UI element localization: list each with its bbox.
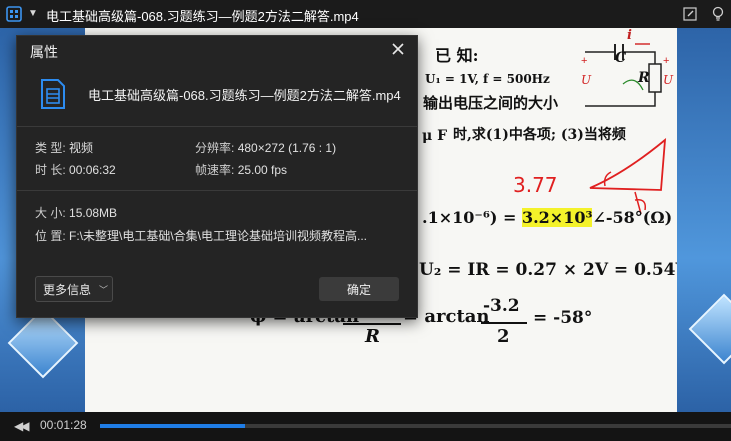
size-row: 大 小: 15.08MB xyxy=(35,204,117,221)
circuit-label-i: i xyxy=(627,28,632,43)
dialog-title: 属性 xyxy=(30,44,58,60)
player-logo-icon[interactable] xyxy=(6,6,22,22)
duration-value: 00:06:32 xyxy=(69,163,116,177)
progress-bar[interactable] xyxy=(100,424,731,428)
current-time: 00:01:28 xyxy=(40,418,87,432)
duration-row: 时 长: 00:06:32 xyxy=(35,161,116,178)
location-row: 位 置: F:\未整理\电工基础\合集\电工理论基础培训视频教程高... xyxy=(35,227,367,244)
voltage-equation: U₂ = IR = 0.27 × 2V = 0.54V xyxy=(419,260,689,280)
circuit-label-c: C xyxy=(615,50,627,66)
resolution-row: 分辨率: 480×272 (1.76 : 1) xyxy=(195,139,336,156)
framerate-label: 帧速率: xyxy=(195,163,235,177)
location-label: 位 置: xyxy=(35,229,66,243)
fraction-bar-2 xyxy=(481,322,527,324)
phase-denominator: R xyxy=(365,326,380,347)
type-row: 类 型: 视频 xyxy=(35,139,93,156)
more-info-button[interactable]: 更多信息 ﹀ xyxy=(35,276,113,302)
lightbulb-icon[interactable] xyxy=(710,6,726,22)
handwritten-note: 3.77 xyxy=(513,173,558,197)
resolution-value: 480×272 (1.76 : 1) xyxy=(237,141,337,155)
framerate-row: 帧速率: 25.00 fps xyxy=(195,161,287,178)
circuit-label-r: R xyxy=(638,70,650,86)
file-name: 电工基础高级篇-068.习题练习—例题2方法二解答.mp4 xyxy=(88,88,401,103)
ok-button[interactable]: 确定 xyxy=(319,277,399,301)
duration-label: 时 长: xyxy=(35,163,66,177)
divider xyxy=(17,126,417,127)
phase-denominator-2: 2 xyxy=(497,326,510,347)
title-bar: ▼ 电工基础高级篇-068.习题练习—例题2方法二解答.mp4 xyxy=(0,0,731,28)
properties-dialog: 属性 电工基础高级篇-068.习题练习—例题2方法二解答.mp4 类 型: 视频… xyxy=(16,35,418,318)
type-label: 类 型: xyxy=(35,141,66,155)
impedance-part: .1×10⁻⁶) = xyxy=(422,208,522,227)
progress-fill xyxy=(100,424,246,428)
svg-text:U: U xyxy=(663,73,674,87)
svg-text:+: + xyxy=(581,55,587,67)
video-file-icon xyxy=(41,79,65,109)
slide-cap: μ F xyxy=(422,128,448,144)
phase-result: = -58° xyxy=(533,308,593,328)
svg-text:+: + xyxy=(663,55,669,67)
close-icon[interactable] xyxy=(391,42,405,56)
resolution-label: 分辨率: xyxy=(195,141,235,155)
window-title: 电工基础高级篇-068.习题练习—例题2方法二解答.mp4 xyxy=(46,9,359,24)
circuit-diagram: U U + + xyxy=(581,43,674,107)
more-info-label: 更多信息 xyxy=(43,282,92,297)
edit-icon[interactable] xyxy=(682,6,698,22)
framerate-value: 25.00 fps xyxy=(237,163,288,177)
divider xyxy=(17,190,417,191)
fraction-bar xyxy=(343,323,401,325)
size-value: 15.08MB xyxy=(69,206,118,220)
slide-question: 输出电压之间的大小 xyxy=(423,94,559,112)
phase-numerator-2: -3.2 xyxy=(483,296,520,316)
size-label: 大 小: xyxy=(35,206,66,220)
playback-controls: ◀◀ 00:01:28 xyxy=(0,412,731,441)
chevron-down-icon[interactable]: ▼ xyxy=(28,8,38,19)
chevron-down-icon: ﹀ xyxy=(99,284,109,295)
svg-text:U: U xyxy=(581,73,592,87)
rewind-icon[interactable]: ◀◀ xyxy=(14,419,30,433)
type-value: 视频 xyxy=(69,141,94,155)
slide-given: U₁ = 1V, f = 500Hz xyxy=(425,72,550,86)
impedance-angle: ∠-58°(Ω) xyxy=(592,208,673,227)
ok-label: 确定 xyxy=(346,282,371,297)
slide-known: 已 知: xyxy=(435,46,479,65)
slide-right-border xyxy=(677,28,731,412)
location-value[interactable]: F:\未整理\电工基础\合集\电工理论基础培训视频教程高... xyxy=(69,229,367,243)
impedance-equation: .1×10⁻⁶) = 3.2×10³∠-58°(Ω) xyxy=(422,208,672,227)
decor-diamond xyxy=(688,293,731,365)
impedance-highlight: 3.2×10³ xyxy=(521,208,593,227)
decor-diamond xyxy=(7,307,79,379)
